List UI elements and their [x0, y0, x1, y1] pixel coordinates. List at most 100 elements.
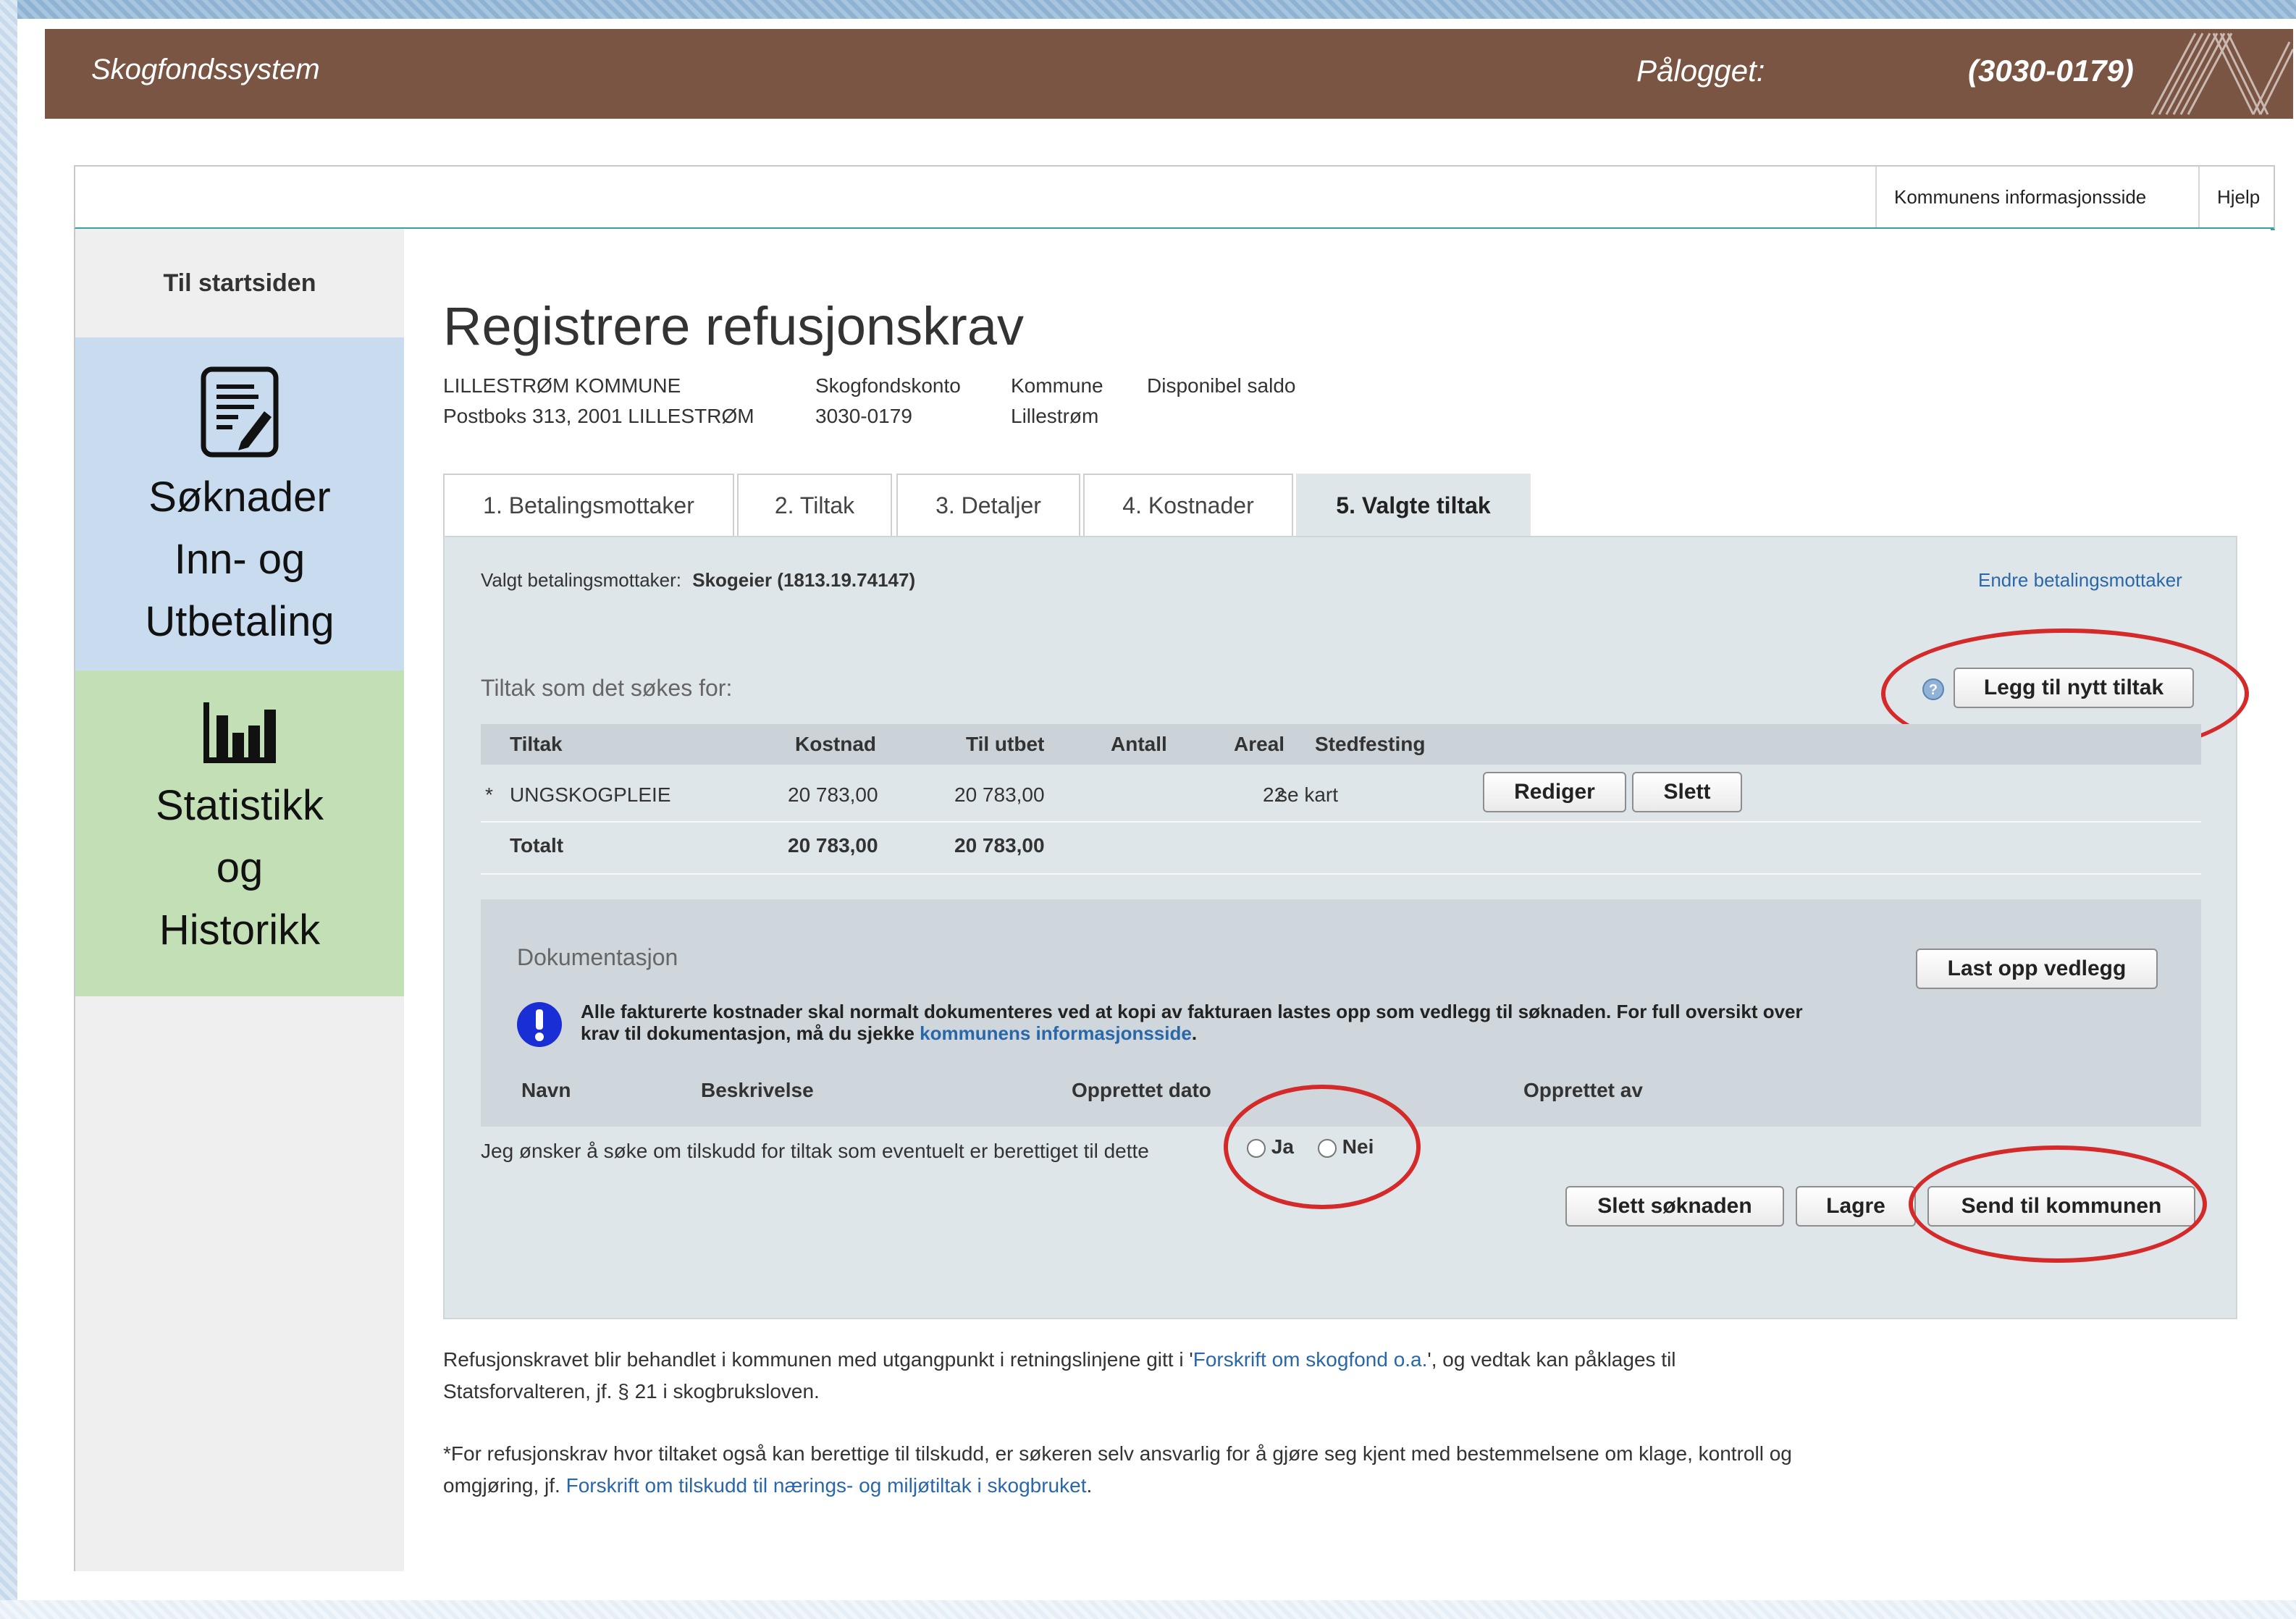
balance-info: Disponibel saldo: [1147, 371, 1295, 401]
col-kostnad: Kostnad: [795, 733, 876, 755]
documentation-notice: Alle fakturerte kostnader skal normalt d…: [581, 1001, 2174, 1044]
notice-line1: Alle fakturerte kostnader skal normalt d…: [581, 1001, 1803, 1022]
col-tiltak: Tiltak: [510, 733, 563, 755]
notice-line2-suffix: .: [1191, 1022, 1198, 1044]
change-recipient-link[interactable]: Endre betalingsmottaker: [1978, 569, 2182, 592]
nav-applications-line2: Inn- og: [174, 536, 306, 583]
nav-statistics-line3: Historikk: [159, 907, 321, 954]
subsidy-question: Jeg ønsker å søke om tilskudd for tiltak…: [481, 1140, 1149, 1162]
row-divider: [481, 873, 2201, 875]
logged-in-label: Pålogget:: [1636, 54, 1765, 88]
col-til-utbet: Til utbet: [966, 733, 1045, 755]
forskrift-skogfond-link[interactable]: Forskrift om skogfond o.a.: [1193, 1348, 1428, 1371]
help-info-icon[interactable]: ?: [1922, 678, 1945, 701]
col-stedfesting: Stedfesting: [1315, 733, 1426, 755]
upload-attachment-button[interactable]: Last opp vedlegg: [1916, 949, 2158, 989]
selected-measures-panel: Valgt betalingsmottaker: Skogeier (1813.…: [443, 536, 2249, 1319]
page-title: Registrere refusjonskrav: [443, 296, 1024, 356]
bar-chart-icon: [203, 702, 276, 763]
recipient-value: Skogeier (1813.19.74147): [692, 569, 916, 591]
measures-table-header: Tiltak Kostnad Til utbet Antall Areal St…: [481, 724, 2201, 765]
nav-statistics-line1: Statistikk: [155, 782, 324, 829]
exclamation-icon: [517, 1002, 562, 1047]
footer-p1-suffix: ', og vedtak kan påklages til: [1427, 1348, 1676, 1371]
doc-col-created-by: Opprettet av: [1523, 1079, 1643, 1101]
delete-application-button[interactable]: Slett søknaden: [1565, 1186, 1784, 1227]
radio-no-label: Nei: [1342, 1135, 1374, 1158]
nav-applications-line1: Søknader: [148, 474, 331, 521]
doc-col-description: Beskrivelse: [701, 1079, 814, 1101]
doc-col-created-date: Opprettet dato: [1072, 1079, 1211, 1101]
row-tiltak: UNGSKOGPLEIE: [510, 783, 671, 806]
col-areal: Areal: [1234, 733, 1285, 755]
footer-paragraph-2: *For refusjonskrav hvor tiltaket også ka…: [443, 1438, 2224, 1502]
row-kostnad: 20 783,00: [788, 783, 878, 806]
measures-section-label: Tiltak som det søkes for:: [481, 675, 733, 701]
footer-p1-line1: Refusjonskravet blir behandlet i kommune…: [443, 1344, 2224, 1376]
app-header: Skogfondssystem Pålogget: (3030-0179): [45, 29, 2293, 119]
account-number: (3030-0179): [1968, 54, 2134, 88]
total-kostnad: 20 783,00: [788, 834, 878, 857]
sidebar: Til startsiden Søknader Inn- og Utbetali…: [74, 229, 405, 1571]
municipality-info-inline-link[interactable]: kommunens informasjonsside: [920, 1022, 1192, 1044]
forskrift-tilskudd-link[interactable]: Forskrift om tilskudd til nærings- og mi…: [566, 1474, 1087, 1497]
delete-measure-button[interactable]: Slett: [1632, 772, 1742, 812]
footer-p2-line2: omgjøring, jf. Forskrift om tilskudd til…: [443, 1470, 2224, 1502]
radio-no[interactable]: [1318, 1138, 1337, 1158]
background-stripe-top: [17, 0, 2296, 19]
notice-line2-text: krav til dokumentasjon, må du sjekke: [581, 1022, 920, 1044]
add-measure-button[interactable]: Legg til nytt tiltak: [1954, 668, 2194, 708]
radio-yes[interactable]: [1247, 1138, 1266, 1158]
row-marker: *: [485, 783, 493, 806]
recipient-row: Valgt betalingsmottaker: Skogeier (1813.…: [481, 569, 915, 592]
document-edit-icon: [201, 366, 279, 458]
help-link[interactable]: Hjelp: [2198, 167, 2277, 227]
documentation-section: Dokumentasjon Last opp vedlegg Alle fakt…: [481, 899, 2201, 1127]
nav-applications[interactable]: Søknader Inn- og Utbetaling: [75, 337, 404, 670]
nav-applications-line3: Utbetaling: [145, 598, 335, 645]
main-content: Registrere refusjonskrav LILLESTRØM KOMM…: [404, 229, 2271, 1571]
nav-statistics[interactable]: Statistikk og Historikk: [75, 670, 404, 996]
col-antall: Antall: [1111, 733, 1167, 755]
tab-payment-recipient[interactable]: 1. Betalingsmottaker: [443, 474, 734, 536]
total-til-utbet: 20 783,00: [954, 834, 1045, 857]
municipality-info-link[interactable]: Kommunens informasjonsside: [1875, 167, 2163, 227]
footer-p2-suffix: .: [1086, 1474, 1093, 1497]
owner-name: LILLESTRØM KOMMUNE: [443, 374, 681, 397]
municipality-info: Kommune Lillestrøm: [1011, 371, 1103, 432]
row-divider: [481, 821, 2201, 823]
footer-p2-line1: *For refusjonskrav hvor tiltaket også ka…: [443, 1442, 1792, 1465]
row-til-utbet: 20 783,00: [954, 783, 1045, 806]
footer-p1-line2: Statsforvalteren, jf. § 21 i skogbrukslo…: [443, 1380, 820, 1403]
footer-paragraph-1: Refusjonskravet blir behandlet i kommune…: [443, 1344, 2224, 1408]
home-link[interactable]: Til startsiden: [75, 229, 404, 337]
logo-icon: [2150, 33, 2293, 115]
svg-text:?: ?: [1929, 682, 1938, 698]
send-to-municipality-button[interactable]: Send til kommunen: [1927, 1186, 2195, 1227]
municipality-label: Kommune: [1011, 374, 1103, 397]
subsidy-no-option[interactable]: Nei: [1318, 1135, 1374, 1158]
municipality-value: Lillestrøm: [1011, 405, 1099, 427]
save-button[interactable]: Lagre: [1796, 1186, 1916, 1227]
radio-yes-label: Ja: [1271, 1135, 1294, 1158]
row-stedfesting: se kart: [1277, 783, 1339, 806]
balance-label: Disponibel saldo: [1147, 374, 1296, 397]
owner-address: Postboks 313, 2001 LILLESTRØM: [443, 405, 754, 427]
tab-measures[interactable]: 2. Tiltak: [737, 474, 892, 536]
edit-measure-button[interactable]: Rediger: [1483, 772, 1626, 812]
notice-line2: krav til dokumentasjon, må du sjekke kom…: [581, 1022, 2174, 1044]
tab-selected-measures[interactable]: 5. Valgte tiltak: [1296, 474, 1531, 536]
doc-col-name: Navn: [521, 1079, 571, 1101]
tab-costs[interactable]: 4. Kostnader: [1083, 474, 1293, 536]
app-title: Skogfondssystem: [91, 54, 320, 85]
recipient-label: Valgt betalingsmottaker:: [481, 569, 681, 591]
top-link-bar: Kommunens informasjonsside Hjelp: [74, 165, 2275, 230]
nav-statistics-line2: og: [216, 844, 264, 891]
account-label: Skogfondskonto: [815, 374, 961, 397]
background-stripe-bottom: [0, 1600, 2296, 1619]
owner-info: LILLESTRØM KOMMUNE Postboks 313, 2001 LI…: [443, 371, 754, 432]
tab-details[interactable]: 3. Detaljer: [896, 474, 1080, 536]
footer-p2-prefix: omgjøring, jf.: [443, 1474, 566, 1497]
subsidy-yes-option[interactable]: Ja: [1247, 1135, 1294, 1158]
footer-p1-prefix: Refusjonskravet blir behandlet i kommune…: [443, 1348, 1193, 1371]
